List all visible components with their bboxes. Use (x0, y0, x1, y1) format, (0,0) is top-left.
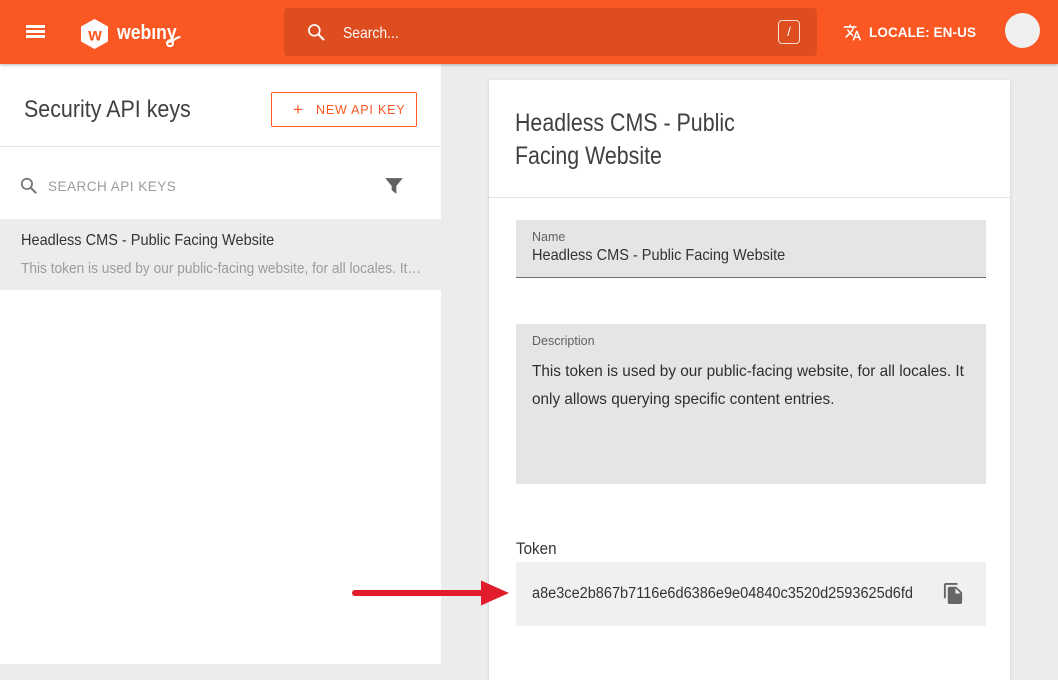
svg-text:w: w (87, 25, 102, 45)
